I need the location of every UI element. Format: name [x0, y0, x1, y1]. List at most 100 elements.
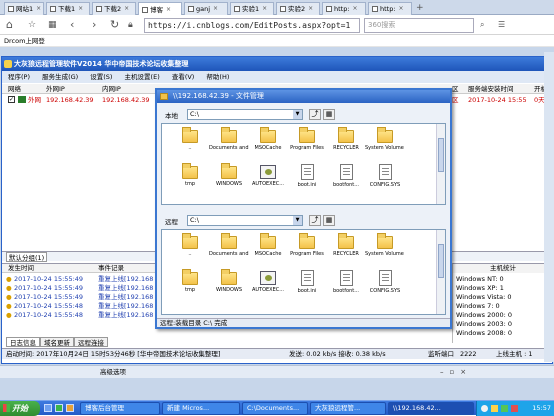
menu-host-settings[interactable]: 主机设置(E)	[125, 73, 160, 81]
tab-remote-connect[interactable]: 远程连接	[74, 337, 108, 347]
folder-item[interactable]: RECYCLER	[326, 126, 366, 166]
tray-icon[interactable]	[501, 405, 508, 412]
close-icon[interactable]: ×	[308, 3, 313, 15]
menu-icon[interactable]: ☰	[498, 18, 505, 32]
file-item[interactable]: AUTOEXEC...	[248, 268, 288, 308]
search-icon[interactable]: ⌕	[480, 18, 484, 32]
refresh-icon[interactable]: ↻	[110, 18, 119, 32]
start-button[interactable]: 开始	[0, 401, 40, 416]
advanced-options-label[interactable]: 高级选项	[100, 368, 126, 376]
menu-help[interactable]: 帮助(H)	[206, 73, 229, 81]
col-network[interactable]: 网络	[8, 84, 21, 94]
close-icon[interactable]: ×	[36, 3, 41, 15]
back-icon[interactable]: ‹	[70, 18, 74, 32]
scroll-thumb[interactable]	[438, 244, 444, 278]
page-scrollbar[interactable]	[544, 52, 554, 362]
folder-item[interactable]: ..	[170, 126, 210, 166]
view-icon[interactable]: ▦	[323, 109, 335, 120]
folder-item[interactable]: tmp	[170, 162, 210, 202]
tray-icon[interactable]	[511, 405, 518, 412]
tray-icon[interactable]	[491, 405, 498, 412]
close-icon[interactable]: ×	[213, 3, 218, 15]
grid-icon[interactable]: ▦	[48, 18, 57, 32]
taskbar-button-active[interactable]: \\192.168.42...	[388, 402, 474, 415]
folder-item[interactable]: WINDOWS	[209, 268, 249, 308]
file-item[interactable]: AUTOEXEC...	[248, 162, 288, 202]
app-icon[interactable]	[66, 404, 74, 412]
file-item[interactable]: boot.ini	[287, 162, 327, 202]
url-input[interactable]: https://i.cnblogs.com/EditPosts.aspx?opt…	[144, 18, 360, 33]
col-install-time[interactable]: 服务端安装时间	[468, 84, 514, 94]
local-path-select[interactable]: C:\ ▼	[187, 109, 303, 120]
folder-item[interactable]: System Volume I...	[365, 126, 405, 166]
folder-item[interactable]: Documents and Se...	[209, 126, 249, 166]
desktop-icon[interactable]	[44, 404, 52, 412]
window-controls-icon[interactable]: –▫×	[440, 366, 472, 379]
scroll-thumb[interactable]	[438, 138, 444, 172]
local-scrollbar[interactable]	[436, 124, 445, 204]
folder-item[interactable]: ..	[170, 232, 210, 272]
browser-tab[interactable]: http: ×	[322, 2, 366, 15]
favorites-icon[interactable]: ☆	[28, 18, 36, 32]
up-folder-icon[interactable]: ⤴	[309, 109, 321, 120]
taskbar-button[interactable]: C:\Documents...	[242, 402, 308, 415]
menu-generate[interactable]: 服务生成(G)	[42, 73, 78, 81]
close-icon[interactable]: ×	[78, 3, 83, 15]
file-item[interactable]: CONFIG.SYS	[365, 162, 405, 202]
col-region[interactable]: 区	[452, 84, 459, 94]
file-item[interactable]: boot.ini	[287, 268, 327, 308]
browser-tab[interactable]: 网站1 ×	[4, 2, 44, 15]
browser-tab[interactable]: 下载1 ×	[46, 2, 90, 15]
chevron-down-icon[interactable]: ▼	[293, 216, 302, 225]
col-wan-ip[interactable]: 外网IP	[46, 84, 65, 94]
folder-item[interactable]: tmp	[170, 268, 210, 308]
group-tab-default[interactable]: 默认分组(1)	[6, 252, 48, 262]
remote-path-select[interactable]: C:\ ▼	[187, 215, 303, 226]
bookmark-item[interactable]: Drcom上网登	[4, 37, 45, 45]
col-lan-ip[interactable]: 内网IP	[102, 84, 121, 94]
folder-item[interactable]: Program Files	[287, 126, 327, 166]
col-event[interactable]: 事件记录	[98, 264, 124, 273]
taskbar-button[interactable]: 新建 Micros...	[162, 402, 240, 415]
remote-scrollbar[interactable]	[436, 230, 445, 314]
browser-tab[interactable]: http: ×	[368, 2, 412, 15]
browser-tab[interactable]: 实验2 ×	[276, 2, 320, 15]
file-item[interactable]: bootfont...	[326, 268, 366, 308]
browser-tab[interactable]: 下载2 ×	[92, 2, 136, 15]
new-tab-icon[interactable]: +	[416, 2, 424, 14]
browser-tab-active[interactable]: 博客 ×	[138, 2, 182, 16]
close-icon[interactable]: ×	[262, 3, 267, 15]
close-icon[interactable]: ×	[353, 3, 358, 15]
tab-log-info[interactable]: 日志信息	[6, 337, 40, 347]
file-item[interactable]: bootfont...	[326, 162, 366, 202]
chevron-down-icon[interactable]: ▼	[293, 110, 302, 119]
browser-tab[interactable]: ganj ×	[184, 2, 228, 15]
home-icon[interactable]: ⌂	[6, 18, 13, 32]
view-icon[interactable]: ▦	[323, 215, 335, 226]
folder-item[interactable]: Documents and Se...	[209, 232, 249, 272]
folder-item[interactable]: MSOCache	[248, 232, 288, 272]
folder-item[interactable]: MSOCache	[248, 126, 288, 166]
search-input[interactable]: 360搜索	[364, 18, 474, 33]
close-icon[interactable]: ×	[399, 3, 404, 15]
taskbar-button[interactable]: 博客后台管理	[80, 402, 160, 415]
close-icon[interactable]: ×	[124, 3, 129, 15]
close-icon[interactable]: ×	[166, 4, 171, 16]
taskbar-button[interactable]: 大灰狼远程管...	[310, 402, 386, 415]
menu-settings[interactable]: 设置(S)	[90, 73, 112, 81]
file-item[interactable]: CONFIG.SYS	[365, 268, 405, 308]
folder-item[interactable]: Program Files	[287, 232, 327, 272]
browser-tab[interactable]: 实验1 ×	[230, 2, 274, 15]
host-checkbox[interactable]: ✓	[8, 96, 15, 103]
col-time[interactable]: 发生时间	[8, 264, 34, 273]
menu-view[interactable]: 查看(V)	[172, 73, 195, 81]
browser-icon[interactable]	[55, 404, 63, 412]
folder-item[interactable]: RECYCLER	[326, 232, 366, 272]
menu-program[interactable]: 程序(P)	[8, 73, 30, 81]
forward-icon[interactable]: ›	[92, 18, 96, 32]
folder-item[interactable]: WINDOWS	[209, 162, 249, 202]
clock[interactable]: 15:57	[532, 404, 551, 412]
tray-icon[interactable]	[481, 405, 488, 412]
tab-domain-update[interactable]: 域名更新	[40, 337, 74, 347]
up-folder-icon[interactable]: ⤴	[309, 215, 321, 226]
